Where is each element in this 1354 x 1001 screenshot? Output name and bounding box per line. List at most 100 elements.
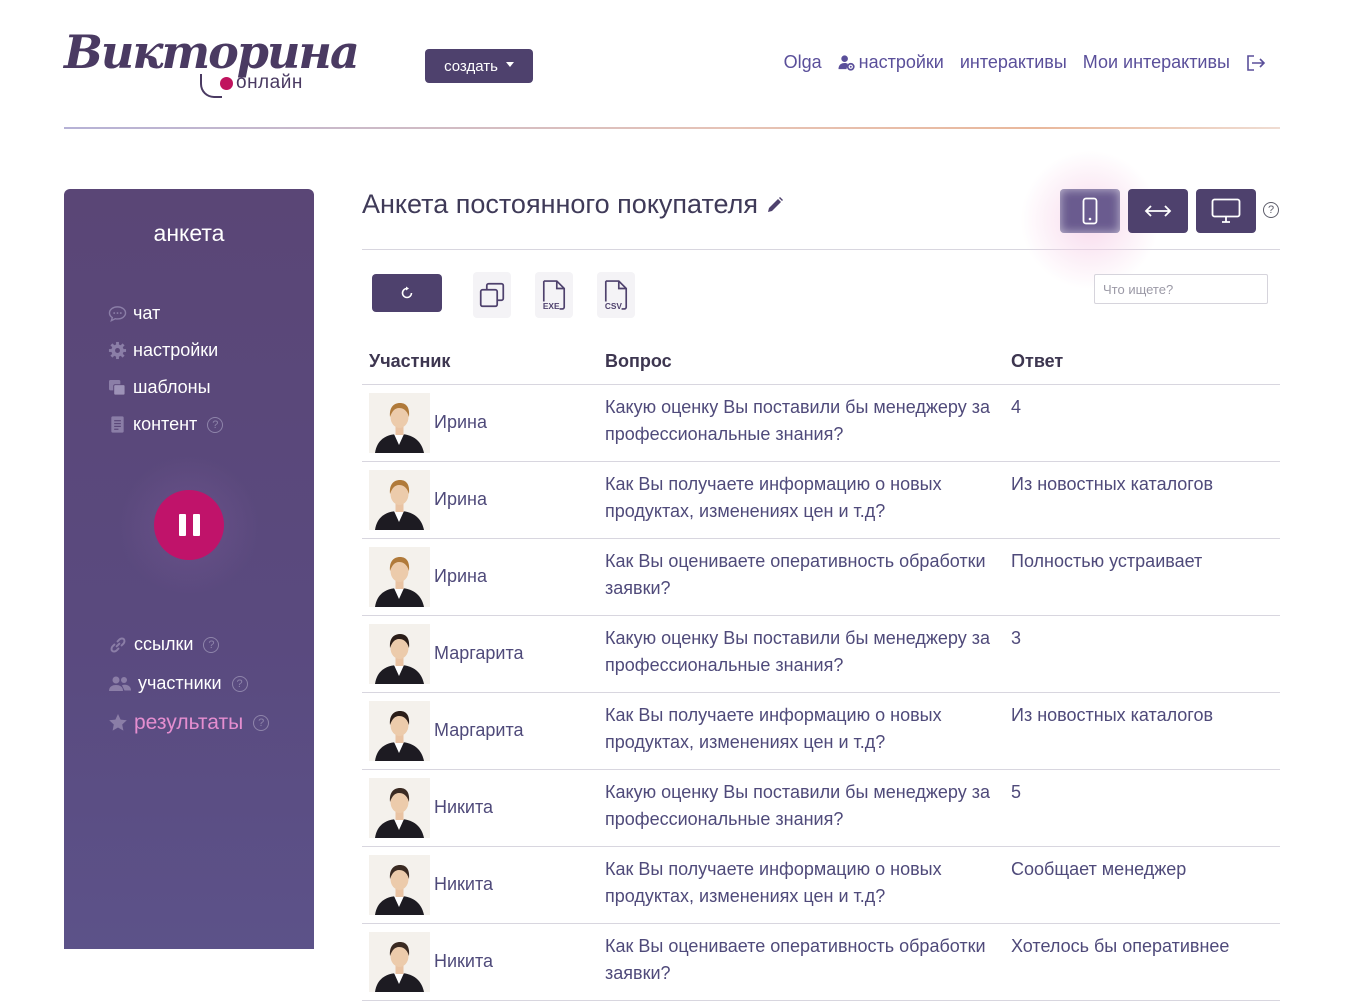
question-text: Как Вы получаете информацию о новых прод… [605,858,942,906]
mobile-view-button[interactable] [1060,189,1120,233]
sidebar-lower-menu: ссылки ? участники ? результаты ? [108,625,270,742]
cell-question: Как Вы получаете информацию о новых прод… [598,461,1004,539]
pause-icon-bar [178,514,186,536]
answer-text: Сообщает менеджер [1011,858,1187,879]
table-row: Ирина Какую оценку Вы поставили бы менедж… [362,384,1280,462]
cell-participant: Маргарита [362,692,598,770]
cell-answer: Из новостных каталогов [1004,461,1280,539]
sidebar-item-links[interactable]: ссылки ? [108,625,269,664]
sidebar-item-label: ссылки [134,634,194,654]
desktop-view-button[interactable] [1196,189,1256,233]
create-dropdown-button[interactable]: создать [425,49,533,83]
refresh-button[interactable] [372,274,442,312]
cell-participant: Ирина [362,538,598,616]
logo[interactable]: Викторина онлайн [64,26,360,102]
monitor-icon [1211,198,1241,223]
stretch-view-button[interactable] [1128,189,1188,233]
cell-participant: Никита [362,923,598,1001]
person-avatar-icon [369,392,430,453]
export-csv-button[interactable]: CSV [597,272,635,318]
avatar [369,700,430,761]
cell-question: Как Вы оцениваете оперативность обработк… [598,923,1004,1001]
top-navigation: Olga настройки интерактивы Мои интеракти… [784,52,1266,73]
export-exe-button[interactable]: EXE [535,272,573,318]
avatar [369,854,430,915]
participant-name: Маргарита [434,643,524,663]
sidebar-item-content[interactable]: контент ? [108,406,224,443]
file-exe-label: EXE [543,301,560,311]
avatar [369,392,430,453]
answer-text: Из новостных каталогов [1011,704,1214,725]
copy-results-button[interactable] [473,272,511,318]
question-text: Как Вы получаете информацию о новых прод… [605,704,942,752]
nav-my-interactives[interactable]: Мои интерактивы [1083,52,1230,73]
answer-text: 3 [1011,627,1022,648]
cell-answer: Хотелось бы оперативнее [1004,923,1280,1001]
help-icon[interactable]: ? [207,416,224,433]
cell-answer: Сообщает менеджер [1004,846,1280,924]
table-header-row: Участник Вопрос Ответ [362,340,1280,385]
participant-name: Никита [434,797,494,817]
results-table: Участник Вопрос Ответ Ирина Какую оценку … [362,340,1280,1001]
participant: Ирина [369,392,591,453]
cell-question: Какую оценку Вы поставили бы менеджеру з… [598,384,1004,462]
logout-link[interactable] [1246,54,1266,72]
pause-icon-bar [192,514,200,536]
cell-answer: Из новостных каталогов [1004,692,1280,770]
column-header-participant: Участник [362,340,598,385]
sidebar-item-participants[interactable]: участники ? [108,664,269,703]
table-row: Никита Как Вы оцениваете оперативность об… [362,923,1280,1001]
column-header-question: Вопрос [598,340,1004,385]
star-icon [108,713,128,732]
logo-wordmark: Викторина [64,25,360,79]
cell-question: Как Вы получаете информацию о новых прод… [598,692,1004,770]
person-avatar-icon [369,854,430,915]
help-icon[interactable]: ? [203,636,220,653]
participant: Никита [369,854,591,915]
cell-participant: Маргарита [362,615,598,693]
nav-interactives[interactable]: интерактивы [960,52,1067,73]
participant-name: Ирина [434,489,487,509]
answer-text: Полностью устраивает [1011,550,1203,571]
answer-text: Хотелось бы оперативнее [1011,935,1230,956]
help-icon[interactable]: ? [253,714,270,731]
copy-icon [108,379,127,396]
participant-name: Никита [434,951,494,971]
answer-text: 4 [1011,396,1022,417]
person-avatar-icon [369,469,430,530]
sidebar-item-settings[interactable]: настройки [108,332,223,369]
avatar [369,546,430,607]
question-text: Как Вы оцениваете оперативность обработк… [605,550,986,598]
gear-icon [108,341,127,360]
file-exe-icon: EXE [543,280,566,311]
sidebar-item-chat[interactable]: чат [108,295,223,332]
cell-answer: 5 [1004,769,1280,847]
cell-question: Как Вы получаете информацию о новых прод… [598,846,1004,924]
pause-button[interactable] [154,490,224,560]
participant: Маргарита [369,700,591,761]
participant: Ирина [369,546,591,607]
cell-question: Как Вы оцениваете оперативность обработк… [598,538,1004,616]
sidebar-item-templates[interactable]: шаблоны [108,369,223,406]
caret-down-icon [505,62,514,67]
table-row: Никита Как Вы получаете информацию о новы… [362,846,1280,924]
search-input[interactable] [1094,274,1268,304]
question-text: Какую оценку Вы поставили бы менеджеру з… [605,781,990,829]
help-icon[interactable]: ? [231,675,248,692]
cell-participant: Никита [362,846,598,924]
logo-tail-decoration [200,74,222,98]
participant-name: Маргарита [434,720,524,740]
participant: Маргарита [369,623,591,684]
help-icon[interactable]: ? [1263,202,1279,218]
sidebar-item-label: чат [133,303,161,323]
nav-user[interactable]: Olga [784,52,822,73]
nav-settings[interactable]: настройки [838,52,944,73]
person-avatar-icon [369,700,430,761]
pencil-icon[interactable] [766,196,784,214]
cell-question: Какую оценку Вы поставили бы менеджеру з… [598,769,1004,847]
sidebar-item-results[interactable]: результаты ? [108,703,270,742]
copy-icon [479,282,505,308]
chat-bubble-icon [108,305,127,322]
participant-name: Ирина [434,566,487,586]
question-text: Какую оценку Вы поставили бы менеджеру з… [605,396,990,444]
